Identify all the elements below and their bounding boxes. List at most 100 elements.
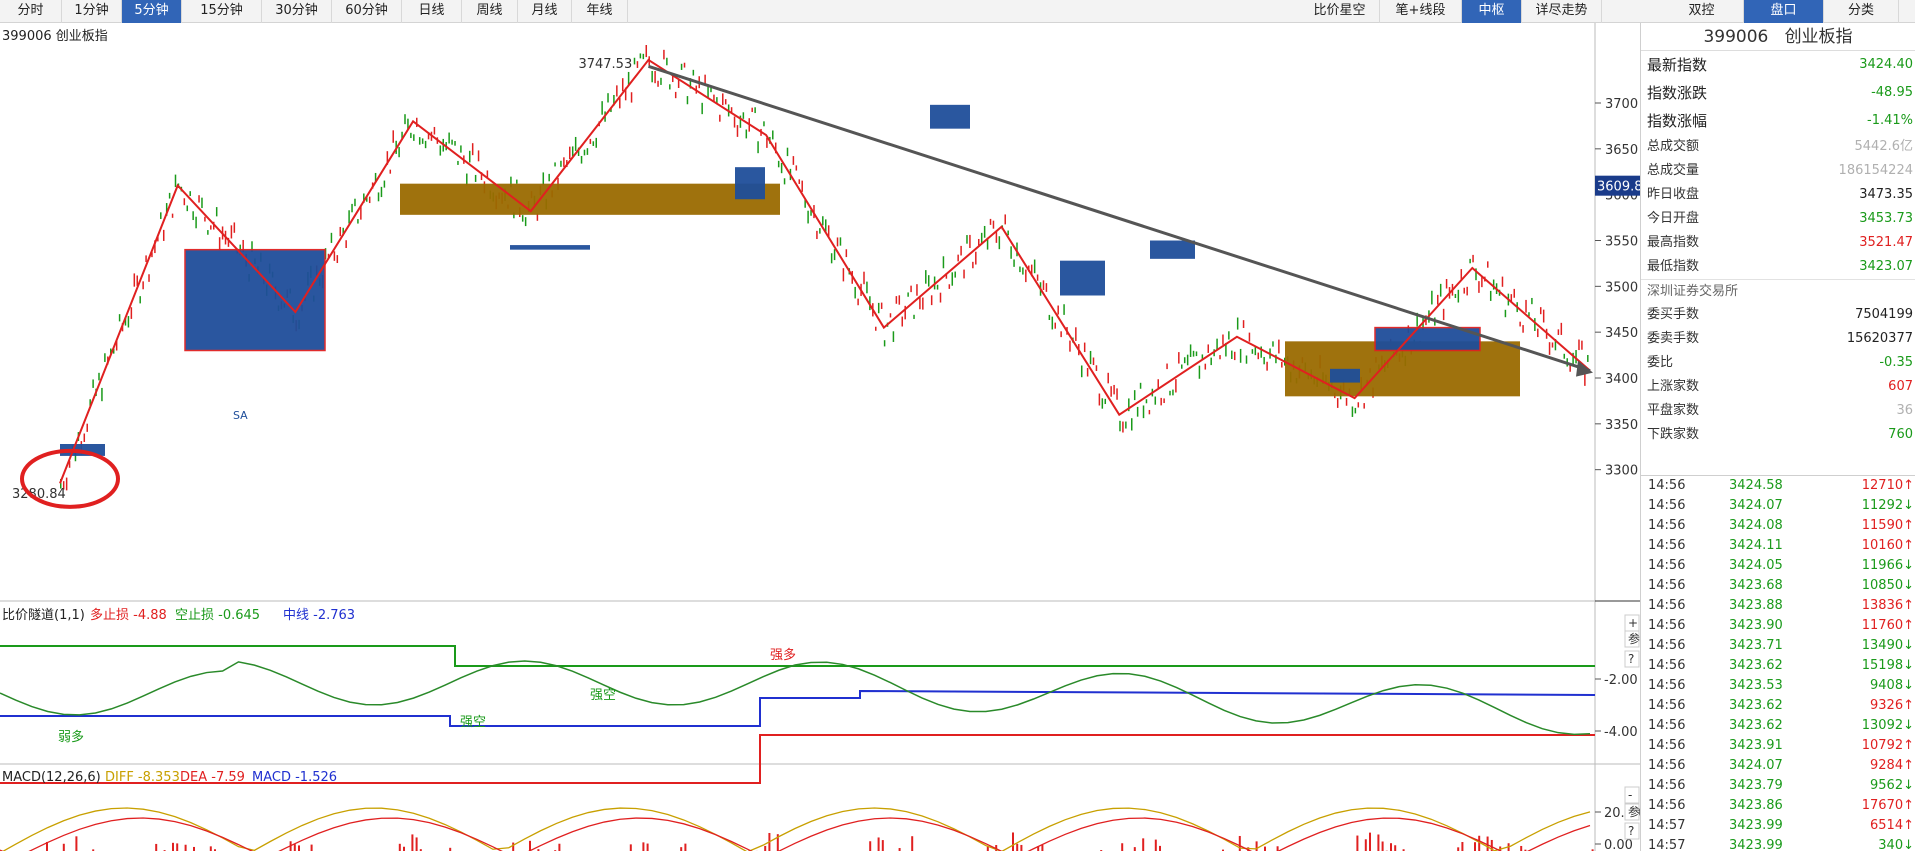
tick-price: 3423.62: [1729, 658, 1783, 673]
candle: [966, 235, 968, 244]
candle: [1537, 328, 1539, 338]
candle: [807, 210, 809, 224]
candle: [1207, 344, 1209, 353]
candle: [983, 225, 986, 238]
candle: [1487, 261, 1489, 268]
period-tab-4[interactable]: 30分钟: [262, 0, 332, 23]
candle: [548, 173, 550, 182]
candle: [1175, 379, 1177, 393]
candle: [1454, 293, 1457, 298]
tick-row: 14:56 3423.86 17670↑: [1641, 796, 1915, 816]
candle: [642, 53, 645, 60]
candle: [1351, 406, 1354, 417]
candle: [1231, 350, 1233, 360]
tick-row: 14:56 3424.08 11590↑: [1641, 516, 1915, 536]
period-tab-5[interactable]: 60分钟: [332, 0, 402, 23]
kline-chart-svg[interactable]: 399006 创业板指37003650360035503500345034003…: [0, 23, 1640, 851]
macd-bar: [1364, 839, 1367, 851]
side-tab-0[interactable]: 双控: [1660, 0, 1744, 23]
candle: [1236, 317, 1239, 330]
macd-bar: [684, 843, 687, 851]
side-tab-1[interactable]: 盘口: [1744, 0, 1824, 23]
macd-bar: [1142, 838, 1145, 851]
period-tab-7[interactable]: 周线: [462, 0, 518, 23]
macd-bar: [877, 837, 880, 851]
candle: [86, 423, 88, 432]
candle: [1504, 309, 1507, 318]
tick-time: 14:56: [1648, 498, 1686, 513]
candle: [1233, 351, 1236, 361]
period-tab-1[interactable]: 1分钟: [62, 0, 122, 23]
chart-mode-tab-3[interactable]: 详尽走势: [1522, 0, 1602, 23]
tick-row: 14:56 3423.68 10850↓: [1641, 576, 1915, 596]
candle: [816, 230, 818, 240]
candle: [1242, 320, 1245, 328]
candle: [925, 270, 927, 284]
candle: [460, 145, 462, 153]
period-tab-6[interactable]: 日线: [402, 0, 462, 23]
tick-price: 3423.68: [1729, 578, 1783, 593]
stat-row: 总成交额 5442.6亿: [1641, 135, 1915, 159]
tick-time: 14:56: [1648, 698, 1686, 713]
chart-mode-tab-2[interactable]: 中枢: [1462, 0, 1522, 23]
macd-bar: [298, 845, 300, 851]
macd-bar: [1369, 832, 1371, 851]
candle: [719, 114, 721, 122]
macd-bar: [680, 847, 683, 851]
candle: [957, 254, 959, 262]
period-tab-0[interactable]: 分时: [0, 0, 62, 23]
candle: [389, 169, 392, 174]
candle: [745, 129, 748, 139]
candle: [186, 205, 189, 212]
tick-row: 14:56 3424.07 9284↑: [1641, 756, 1915, 776]
candle: [863, 271, 865, 285]
pivot-zone: [735, 167, 765, 200]
exchange-label: 深圳证券交易所: [1641, 279, 1915, 303]
candle: [345, 240, 347, 249]
candle: [777, 160, 780, 168]
macd-bar: [155, 843, 158, 851]
candle: [439, 145, 442, 156]
panel-side-button-label: ?: [1628, 652, 1634, 666]
candle: [898, 295, 901, 305]
candle: [336, 255, 339, 264]
y-tick-label: 3300: [1605, 464, 1638, 479]
candle: [215, 207, 218, 217]
quote-code: 399006: [1703, 27, 1769, 47]
tick-price: 3423.62: [1729, 698, 1783, 713]
stat-value: 760: [1888, 427, 1913, 442]
candle: [786, 147, 789, 157]
period-tab-3[interactable]: 15分钟: [182, 0, 262, 23]
quote-title: 399006 创业板指: [1641, 23, 1915, 51]
stat-row: 最新指数 3424.40: [1641, 51, 1915, 79]
candle: [619, 97, 621, 109]
candle: [1228, 331, 1230, 340]
stat-label: 委买手数: [1647, 307, 1700, 322]
tick-price: 3423.53: [1729, 678, 1783, 693]
period-tab-8[interactable]: 月线: [518, 0, 572, 23]
chart-mode-tab-0[interactable]: 比价星空: [1300, 0, 1380, 23]
candle: [1075, 327, 1077, 341]
current-price-label: 3609.80: [1597, 180, 1640, 195]
candle: [574, 136, 577, 151]
candle: [368, 196, 371, 204]
y-tick-label: 3450: [1605, 326, 1638, 341]
stat-label: 下跌家数: [1647, 427, 1700, 442]
candle: [1439, 283, 1442, 297]
side-tab-2[interactable]: 分类: [1824, 0, 1899, 23]
macd-value: MACD -1.526: [252, 770, 337, 785]
period-tab-2[interactable]: 5分钟: [122, 0, 182, 23]
candle: [583, 149, 586, 156]
pivot-zone: [184, 248, 326, 352]
candle: [1263, 356, 1265, 365]
tick-time: 14:56: [1648, 578, 1686, 593]
macd-bar: [646, 843, 649, 851]
candle: [798, 179, 801, 184]
period-tab-9[interactable]: 年线: [572, 0, 628, 23]
chart-mode-tab-1[interactable]: 笔+线段: [1380, 0, 1462, 23]
candle: [1122, 421, 1124, 433]
tick-list[interactable]: 14:56 3424.58 12710↑ 14:56 3424.07 11292↓ 14:5…: [1641, 475, 1915, 851]
candle: [998, 236, 1001, 250]
candle: [1534, 318, 1536, 331]
tick-volume: 12710↑: [1861, 478, 1914, 493]
